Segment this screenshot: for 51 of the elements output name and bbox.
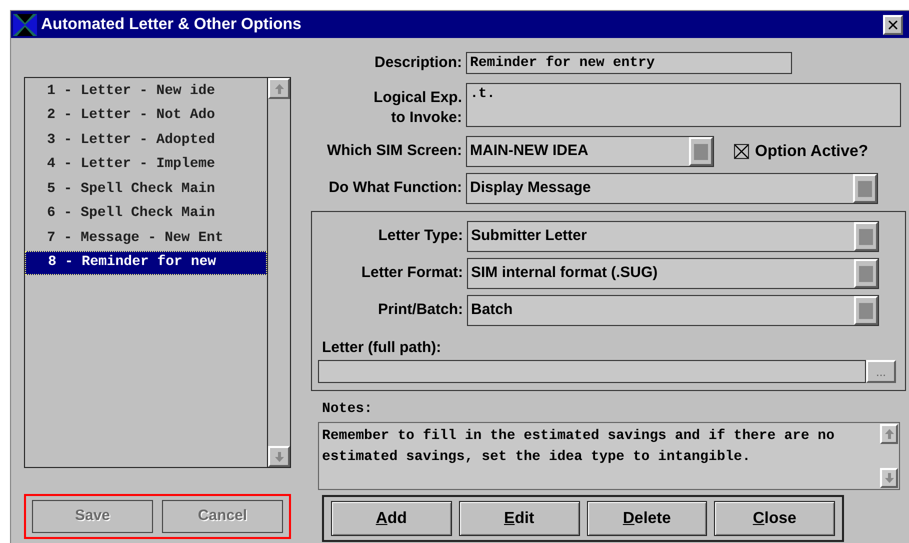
list-item[interactable]: 1 - Letter - New ide	[25, 79, 267, 104]
letter-dropdown[interactable]: Batch	[467, 295, 879, 326]
letter-dropdown[interactable]: Submitter Letter	[467, 221, 879, 252]
scroll-up-button[interactable]	[880, 424, 898, 444]
close-icon	[888, 20, 898, 30]
expression-field[interactable]: .t.	[466, 83, 901, 127]
dropdown-button[interactable]	[853, 174, 877, 203]
description-field[interactable]: Reminder for new entry	[466, 52, 792, 74]
up-arrow-icon	[884, 429, 894, 439]
checkbox-label: Option Active?	[755, 142, 868, 162]
list-item[interactable]: 7 - Message - New Ent	[25, 226, 267, 250]
dropdown-button[interactable]	[689, 137, 713, 166]
field-label: to Invoke:	[391, 108, 462, 128]
scroll-down-button[interactable]	[268, 446, 290, 467]
field-label: Logical Exp.	[374, 88, 462, 108]
field-label: Letter (full path):	[322, 340, 442, 356]
scroll-down-button[interactable]	[880, 468, 898, 488]
field-label: Do What Function:	[328, 178, 463, 198]
dialog-button[interactable]: Add	[331, 501, 452, 536]
path-field[interactable]	[318, 360, 866, 383]
screen-dropdown[interactable]: MAIN-NEW IDEA	[466, 136, 714, 167]
list-item[interactable]: 3 - Letter - Adopted	[25, 128, 267, 152]
list-item[interactable]: 6 - Spell Check Main	[25, 202, 267, 226]
letter-dropdown[interactable]: SIM internal format (.SUG)	[467, 258, 879, 289]
down-arrow-icon	[274, 452, 284, 462]
dropdown-button[interactable]	[854, 222, 878, 251]
app-logo-icon	[13, 14, 37, 36]
list-item[interactable]: 4 - Letter - Impleme	[25, 152, 267, 177]
close-button[interactable]	[883, 14, 903, 34]
list-item[interactable]: 5 - Spell Check Main	[25, 177, 267, 202]
notes-field[interactable]: Remember to fill in the estimated savings and if there are no estimated savings, set the idea type to intangible.	[318, 422, 900, 490]
field-label: Which SIM Screen:	[326, 141, 463, 162]
scroll-up-button[interactable]	[268, 78, 290, 99]
dialog-button[interactable]: Delete	[586, 501, 708, 536]
window-title: Automated Letter & Other Options	[41, 14, 302, 34]
dialog-button[interactable]: Close	[714, 501, 835, 536]
up-arrow-icon	[274, 84, 284, 94]
scrollbar[interactable]	[267, 78, 290, 467]
down-arrow-icon	[884, 473, 894, 483]
dropdown-button[interactable]	[854, 259, 878, 288]
field-label: Letter Format:	[360, 263, 464, 284]
field-label: Notes:	[322, 401, 374, 417]
field-label: Letter Type:	[377, 226, 464, 246]
field-label: Description:	[373, 52, 463, 73]
option-active-checkbox[interactable]	[734, 144, 749, 159]
list-item[interactable]: 8 - Reminder for new	[25, 250, 267, 275]
list-item[interactable]: 2 - Letter - Not Ado	[25, 104, 267, 128]
field-label: Print/Batch:	[376, 300, 464, 320]
dialog-button[interactable]: Edit	[458, 501, 580, 536]
function-dropdown[interactable]: Display Message	[466, 173, 878, 204]
dropdown-button[interactable]	[854, 296, 878, 325]
